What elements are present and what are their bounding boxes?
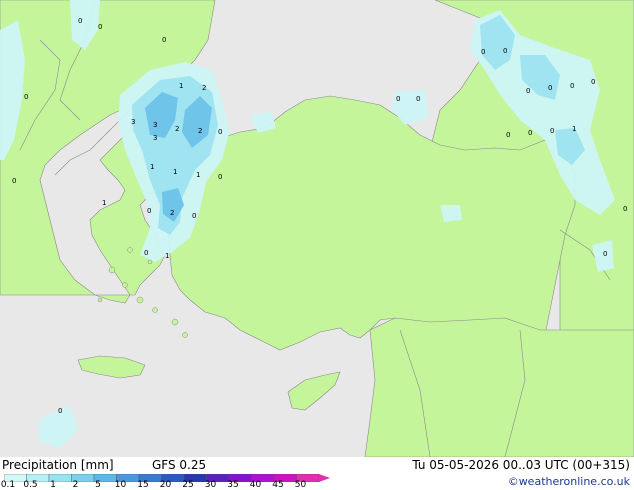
precip-value: 0 bbox=[162, 36, 166, 44]
precip-value: 0 bbox=[591, 78, 595, 86]
precipitation-map: 0 0 0 0 0 1 2 3 3 2 3 2 1 1 1 0 0 2 0 0 … bbox=[0, 0, 634, 457]
precip-value: 0 bbox=[58, 407, 62, 415]
precip-value: 0 bbox=[24, 93, 28, 101]
credit-link[interactable]: ©weatheronline.co.uk bbox=[508, 475, 630, 488]
precip-value: 0 bbox=[528, 129, 532, 137]
precip-value: 3 bbox=[131, 118, 135, 126]
scale-tick-label: 5 bbox=[95, 480, 101, 490]
legend-title: Precipitation [mm] bbox=[2, 458, 114, 472]
precip-value: 0 bbox=[506, 131, 510, 139]
precip-value: 1 bbox=[150, 163, 154, 171]
scale-tick-label: 2 bbox=[72, 480, 79, 490]
scale-tick-label: 15 bbox=[137, 480, 149, 490]
precip-value: 2 bbox=[198, 127, 202, 135]
scale-tick-label: 0.1 bbox=[0, 480, 16, 490]
precip-value: 0 bbox=[78, 17, 82, 25]
precip-value: 1 bbox=[173, 168, 177, 176]
precip-value: 3 bbox=[153, 134, 157, 142]
scale-tick-label: 45 bbox=[272, 480, 284, 490]
scale-tick-label: 35 bbox=[227, 480, 239, 490]
precip-value: 0 bbox=[570, 82, 574, 90]
precip-value: 0 bbox=[144, 249, 148, 257]
scale-tick-label: 0.5 bbox=[23, 480, 38, 490]
precip-value: 0 bbox=[603, 250, 607, 258]
scale-tick-label: 50 bbox=[294, 480, 307, 490]
precip-value: 0 bbox=[98, 23, 102, 31]
legend-bar: Precipitation [mm] GFS 0.25 Tu 05-05-202… bbox=[0, 457, 634, 490]
precip-value: 0 bbox=[147, 207, 151, 215]
precip-value: 0 bbox=[192, 212, 196, 220]
precip-value: 1 bbox=[572, 125, 576, 133]
precip-value: 2 bbox=[202, 84, 206, 92]
precip-value: 2 bbox=[170, 209, 174, 217]
scale-tick-label: 20 bbox=[159, 480, 172, 490]
forecast-datetime: Tu 05-05-2026 00..03 UTC (00+315) bbox=[412, 458, 630, 472]
scale-tick-label: 25 bbox=[182, 480, 194, 490]
precip-value: 0 bbox=[550, 127, 554, 135]
precip-value: 2 bbox=[175, 125, 179, 133]
precip-value: 0 bbox=[12, 177, 16, 185]
precip-value: 1 bbox=[179, 82, 183, 90]
precip-value: 1 bbox=[102, 199, 106, 207]
precip-value: 0 bbox=[526, 87, 530, 95]
precip-value: 0 bbox=[416, 95, 420, 103]
precip-value: 0 bbox=[623, 205, 627, 213]
scale-tick-label: 30 bbox=[204, 480, 217, 490]
precip-value: 0 bbox=[548, 84, 552, 92]
land-levant bbox=[364, 317, 634, 457]
precip-value: 0 bbox=[481, 48, 485, 56]
scale-tick-label: 1 bbox=[50, 480, 56, 490]
scale-tick-label: 10 bbox=[114, 480, 127, 490]
precip-value: 0 bbox=[218, 128, 222, 136]
precip-value: 0 bbox=[396, 95, 400, 103]
precip-value: 1 bbox=[165, 252, 169, 260]
precip-value: 3 bbox=[153, 121, 157, 129]
precip-value: 0 bbox=[218, 173, 222, 181]
scale-ticks: 0.1 0.5 1 2 5 10 15 20 25 30 35 40 45 50 bbox=[0, 480, 330, 490]
precip-value: 1 bbox=[196, 171, 200, 179]
model-name: GFS 0.25 bbox=[152, 458, 207, 472]
scale-tick-label: 40 bbox=[249, 480, 262, 490]
precip-value: 0 bbox=[503, 47, 507, 55]
